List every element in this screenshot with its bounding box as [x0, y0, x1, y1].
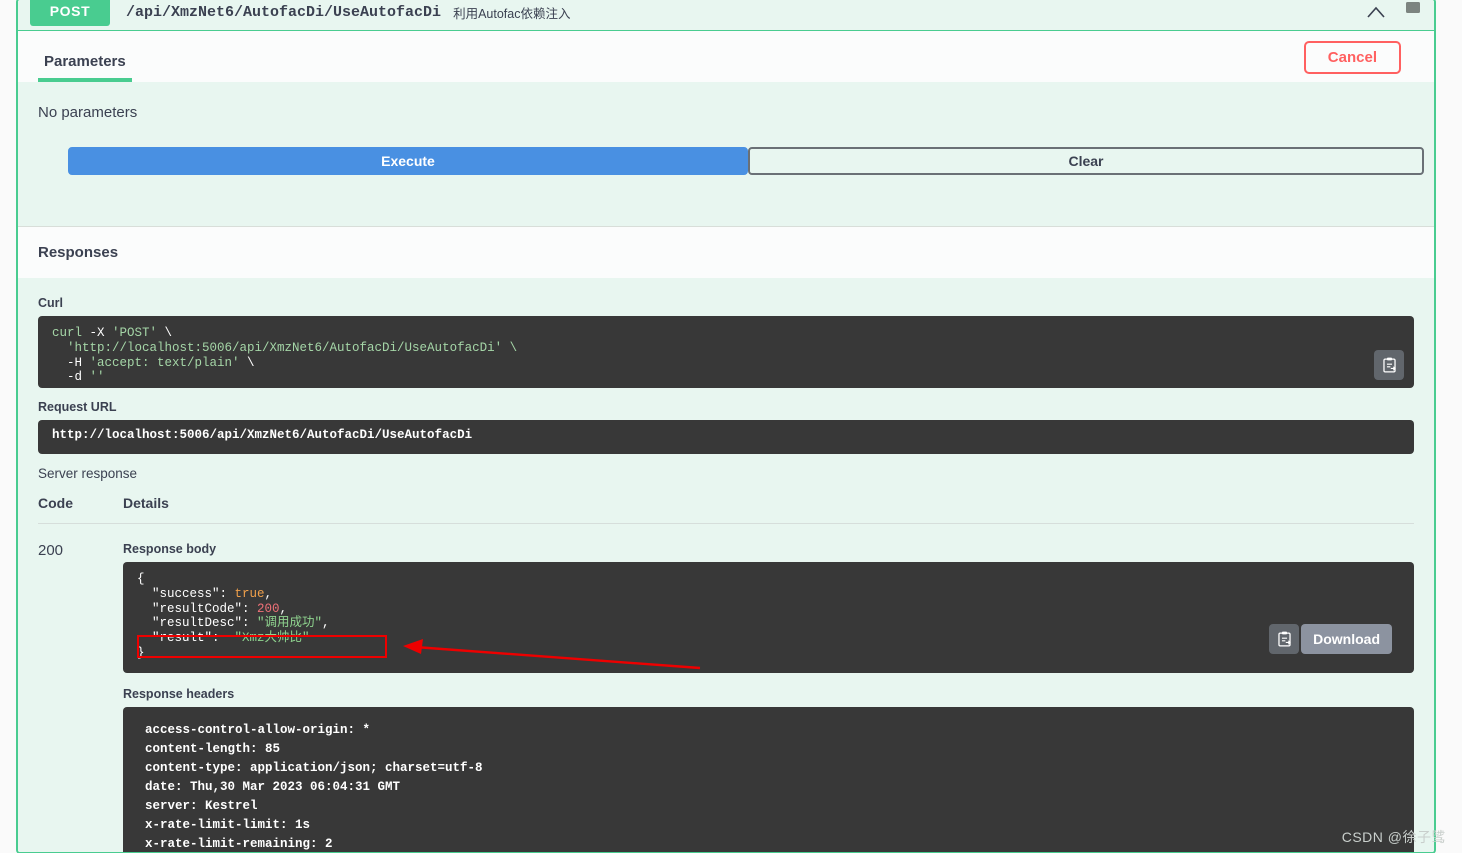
curl-line-4-value: ''	[90, 370, 105, 384]
operation-header-controls	[1366, 0, 1422, 30]
response-status-code: 200	[38, 542, 123, 853]
json-value-resultcode: 200	[257, 602, 280, 616]
json-open-brace: {	[137, 572, 145, 586]
json-key-resultdesc: "resultDesc":	[137, 616, 257, 630]
response-headers-block: access-control-allow-origin: * content-l…	[123, 707, 1414, 853]
curl-line-4-flag: -d	[52, 370, 90, 384]
curl-line-3-flag: -H	[52, 356, 90, 370]
action-buttons-row: Execute Clear	[38, 147, 1434, 175]
curl-line-1-cmd: curl	[52, 326, 82, 340]
responses-body: Curl curl -X 'POST' \ 'http://localhost:…	[18, 278, 1434, 853]
response-body-block: { "success": true, "resultCode": 200, "r…	[123, 562, 1414, 673]
curl-line-3-cont: \	[240, 356, 255, 370]
http-method-badge: POST	[30, 0, 110, 26]
curl-code-block: curl -X 'POST' \ 'http://localhost:5006/…	[38, 316, 1414, 388]
clipboard-copy-icon	[1276, 631, 1293, 648]
watermark: CSDN @徐子骘	[1342, 827, 1446, 847]
operation-header[interactable]: POST /api/XmzNet6/AutofacDi/UseAutofacDi…	[18, 0, 1434, 30]
tab-parameters-label: Parameters	[44, 53, 126, 70]
copy-response-body-button[interactable]	[1269, 624, 1299, 654]
response-table: Code Details 200 Response body { "succes…	[38, 495, 1414, 853]
response-header-line: content-length: 85	[145, 742, 288, 756]
curl-line-1-cont: \	[157, 326, 172, 340]
responses-section-header: Responses	[18, 226, 1434, 278]
tab-strip: Parameters Cancel	[18, 30, 1434, 82]
response-body-label: Response body	[123, 542, 1414, 556]
parameters-body: No parameters Execute Clear	[18, 82, 1434, 200]
json-comma-1: ,	[280, 602, 288, 616]
no-parameters-text: No parameters	[38, 104, 1434, 121]
response-details: Response body { "success": true, "result…	[123, 542, 1414, 853]
curl-line-1-method: 'POST'	[112, 326, 157, 340]
response-header-line: access-control-allow-origin: *	[145, 723, 378, 737]
request-url-block: http://localhost:5006/api/XmzNet6/Autofa…	[38, 420, 1414, 454]
response-header-line: content-type: application/json; charset=…	[145, 761, 490, 775]
lock-icon[interactable]	[1404, 2, 1422, 20]
curl-line-1-flag: -X	[82, 326, 112, 340]
response-header-line: server: Kestrel	[145, 799, 265, 813]
column-header-details: Details	[123, 495, 169, 511]
operation-path: /api/XmzNet6/AutofacDi/UseAutofacDi	[126, 4, 441, 21]
curl-line-2: 'http://localhost:5006/api/XmzNet6/Autof…	[52, 341, 517, 355]
json-value-resultdesc: "调用成功"	[257, 616, 322, 630]
json-value-result: "Xmz大帅比"	[227, 631, 310, 645]
responses-heading: Responses	[38, 244, 118, 261]
copy-curl-button[interactable]	[1374, 350, 1404, 380]
clear-button[interactable]: Clear	[748, 147, 1424, 175]
json-comma-2: ,	[322, 616, 330, 630]
cancel-button[interactable]: Cancel	[1304, 41, 1401, 74]
clipboard-copy-icon	[1381, 357, 1398, 374]
json-key-resultcode: "resultCode":	[137, 602, 257, 616]
request-url-label: Request URL	[38, 400, 1414, 414]
column-header-code: Code	[38, 495, 123, 511]
response-header-line: x-rate-limit-limit: 1s	[145, 818, 318, 832]
server-response-label: Server response	[38, 466, 1414, 481]
response-header-line: x-rate-limit-remaining: 2	[145, 837, 340, 851]
page-root: POST /api/XmzNet6/AutofacDi/UseAutofacDi…	[0, 0, 1462, 853]
json-close-brace: }	[137, 646, 145, 660]
json-key-success: "success":	[137, 587, 235, 601]
table-row: 200 Response body { "success": true, "re…	[38, 524, 1414, 853]
json-comma-0: ,	[265, 587, 273, 601]
tab-parameters[interactable]: Parameters	[38, 53, 132, 82]
json-value-success: true	[235, 587, 265, 601]
operation-summary: 利用Autofac依赖注入	[453, 3, 570, 22]
download-response-button[interactable]: Download	[1301, 624, 1392, 654]
response-headers-label: Response headers	[123, 687, 1414, 701]
json-key-result: "result":	[137, 631, 227, 645]
response-header-line: date: Thu,30 Mar 2023 06:04:31 GMT	[145, 780, 408, 794]
curl-label: Curl	[38, 296, 1414, 310]
execute-button[interactable]: Execute	[68, 147, 748, 175]
response-table-header: Code Details	[38, 495, 1414, 524]
chevron-up-icon[interactable]	[1366, 5, 1386, 19]
api-operation-block: POST /api/XmzNet6/AutofacDi/UseAutofacDi…	[16, 0, 1436, 853]
curl-line-3-value: 'accept: text/plain'	[90, 356, 240, 370]
